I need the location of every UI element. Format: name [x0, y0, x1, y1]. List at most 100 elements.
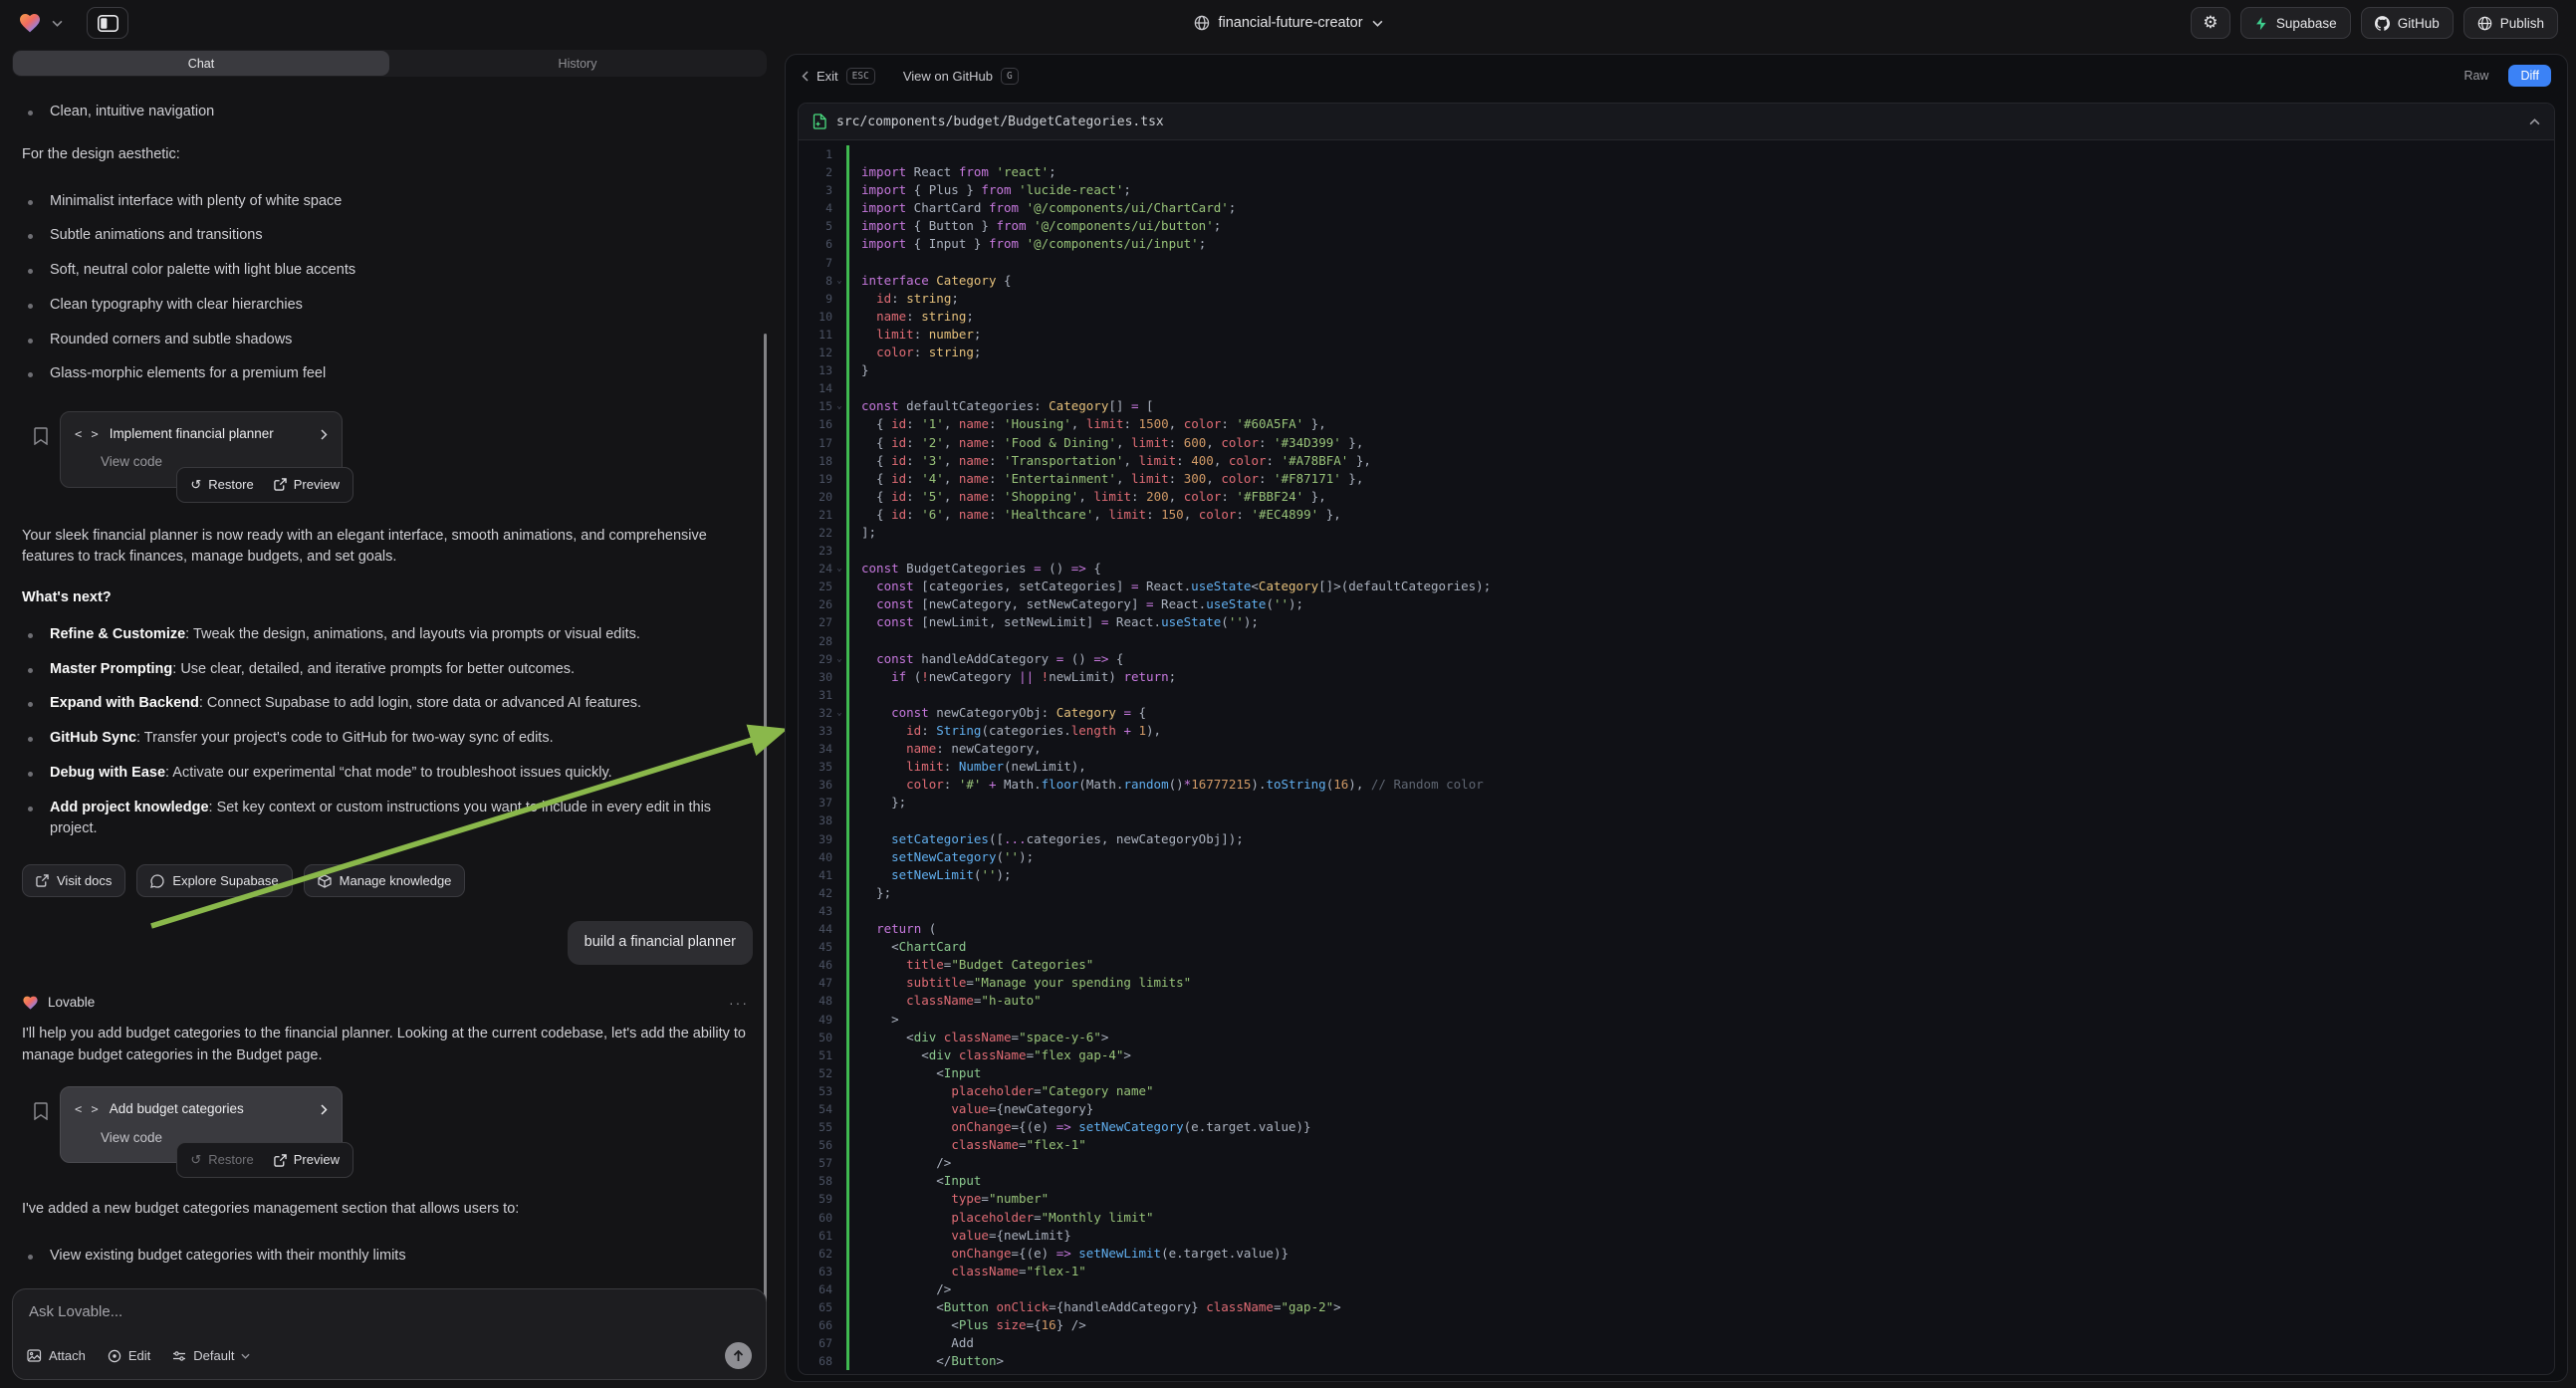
toggle-sidebar-button[interactable]	[87, 7, 128, 39]
supabase-button[interactable]: Supabase	[2240, 7, 2351, 39]
user-message: build a financial planner	[568, 921, 753, 965]
tab-history[interactable]: History	[389, 51, 766, 76]
code-line: 49 >	[799, 1011, 2554, 1029]
code-line: 67 Add	[799, 1334, 2554, 1352]
chat-scrollbar[interactable]	[764, 334, 767, 1334]
assistant-name: Lovable	[48, 993, 95, 1013]
image-icon	[27, 1349, 42, 1362]
restore-preview-pill: ↺ Restore Preview	[176, 1142, 353, 1178]
code-line: 24⌄const BudgetCategories = () => {	[799, 560, 2554, 578]
version-card-implement-financial-planner[interactable]: < > Implement financial planner View cod…	[60, 411, 343, 488]
whats-next-heading: What's next?	[22, 587, 753, 609]
preview-button[interactable]: Preview	[274, 475, 340, 495]
project-switcher[interactable]: financial-future-creator	[1193, 0, 1382, 46]
esc-key-badge: ESC	[846, 68, 875, 85]
code-line: 33 id: String(categories.length + 1),	[799, 722, 2554, 740]
code-line: 18 { id: '3', name: 'Transportation', li…	[799, 452, 2554, 470]
chevron-right-icon[interactable]	[321, 1104, 328, 1115]
code-line: 65 <Button onClick={handleAddCategory} c…	[799, 1298, 2554, 1316]
code-line: 3import { Plus } from 'lucide-react';	[799, 181, 2554, 199]
version-card-add-budget-categories[interactable]: < > Add budget categories View code ↺ Re…	[60, 1086, 343, 1163]
code-line: 13}	[799, 361, 2554, 379]
manage-knowledge-button[interactable]: Manage knowledge	[304, 864, 466, 897]
code-line: 29⌄ const handleAddCategory = () => {	[799, 650, 2554, 668]
code-line: 57 />	[799, 1154, 2554, 1172]
project-name: financial-future-creator	[1218, 15, 1362, 31]
code-line: 27 const [newLimit, setNewLimit] = React…	[799, 613, 2554, 631]
code-view[interactable]: 12import React from 'react';3import { Pl…	[799, 140, 2554, 1374]
attach-button[interactable]: Attach	[27, 1348, 86, 1363]
list-item: Glass-morphic elements for a premium fee…	[22, 363, 753, 385]
list-item: Soft, neutral color palette with light b…	[22, 260, 753, 282]
diff-toggle[interactable]: Diff	[2508, 65, 2551, 87]
code-editor-panel: Exit ESC View on GitHub G Raw Diff src/c…	[785, 54, 2568, 1382]
code-line: 28	[799, 632, 2554, 650]
github-button[interactable]: GitHub	[2361, 7, 2454, 39]
code-line: 47 subtitle="Manage your spending limits…	[799, 974, 2554, 992]
file-card: src/components/budget/BudgetCategories.t…	[798, 103, 2555, 1375]
code-line: 43	[799, 902, 2554, 920]
whats-next-list: Refine & Customize: Tweak the design, an…	[22, 611, 753, 840]
chat-input[interactable]: Ask Lovable...	[29, 1303, 750, 1320]
code-line: 12 color: string;	[799, 344, 2554, 361]
code-line: 38	[799, 811, 2554, 829]
list-item: GitHub Sync: Transfer your project's cod…	[22, 728, 753, 750]
collapse-file-button[interactable]	[2529, 118, 2540, 125]
code-line: 48 className="h-auto"	[799, 992, 2554, 1010]
code-line: 66 <Plus size={16} />	[799, 1316, 2554, 1334]
restore-button[interactable]: ↺ Restore	[190, 475, 253, 495]
code-line: 11 limit: number;	[799, 326, 2554, 344]
more-options-button[interactable]: ···	[729, 993, 749, 1014]
list-item: Master Prompting: Use clear, detailed, a…	[22, 659, 753, 681]
list-item: Refine & Customize: Tweak the design, an…	[22, 624, 753, 646]
code-line: 41 setNewLimit('');	[799, 866, 2554, 884]
list-item: Rounded corners and subtle shadows	[22, 330, 753, 351]
raw-toggle[interactable]: Raw	[2454, 65, 2498, 87]
code-line: 7	[799, 254, 2554, 272]
code-line: 42 };	[799, 884, 2554, 902]
explore-supabase-button[interactable]: Explore Supabase	[136, 864, 292, 897]
code-line: 68 </Button>	[799, 1352, 2554, 1370]
code-line: 1	[799, 145, 2554, 163]
bookmark-icon[interactable]	[34, 1102, 48, 1120]
chat-scrollback[interactable]: Clean, intuitive navigation For the desi…	[12, 83, 753, 1274]
code-line: 4import ChartCard from '@/components/ui/…	[799, 199, 2554, 217]
code-line: 59 type="number"	[799, 1190, 2554, 1208]
code-line: 58 <Input	[799, 1172, 2554, 1190]
code-line: 9 id: string;	[799, 290, 2554, 308]
assistant-header: Lovable ···	[22, 993, 753, 1014]
design-heading: For the design aesthetic:	[22, 144, 753, 166]
assistant-intro: I'll help you add budget categories to t…	[22, 1024, 753, 1067]
mode-select[interactable]: Default	[172, 1348, 250, 1363]
chevron-up-icon	[2529, 118, 2540, 125]
app-window: financial-future-creator ⚙ Supabase GitH…	[0, 0, 2576, 1388]
edit-mode-button[interactable]: Edit	[108, 1348, 150, 1363]
code-line: 14	[799, 379, 2554, 397]
chevron-right-icon[interactable]	[321, 429, 328, 440]
tab-chat[interactable]: Chat	[13, 51, 389, 76]
workspace-chevron-icon[interactable]	[52, 20, 63, 27]
code-line: 52 <Input	[799, 1064, 2554, 1082]
assistant-summary: Your sleek financial planner is now read…	[22, 526, 753, 570]
restore-icon: ↺	[190, 475, 201, 495]
view-on-github-button[interactable]: View on GitHub G	[903, 68, 1019, 85]
send-button[interactable]	[725, 1342, 752, 1369]
lovable-heart-logo[interactable]	[18, 12, 42, 34]
preview-button[interactable]: Preview	[274, 1150, 340, 1170]
code-line: 60 placeholder="Monthly limit"	[799, 1209, 2554, 1227]
bookmark-icon[interactable]	[34, 427, 48, 445]
publish-button[interactable]: Publish	[2463, 7, 2558, 39]
code-line: 2import React from 'react';	[799, 163, 2554, 181]
restore-button[interactable]: ↺ Restore	[190, 1150, 253, 1170]
supabase-label: Supabase	[2276, 16, 2337, 31]
code-line: 20 { id: '5', name: 'Shopping', limit: 2…	[799, 488, 2554, 506]
list-item: Add project knowledge: Set key context o…	[22, 798, 753, 841]
visit-docs-button[interactable]: Visit docs	[22, 864, 125, 897]
code-line: 17 { id: '2', name: 'Food & Dining', lim…	[799, 434, 2554, 452]
settings-button[interactable]: ⚙	[2191, 7, 2230, 39]
external-link-icon	[274, 1154, 287, 1167]
restore-icon: ↺	[190, 1150, 201, 1170]
exit-button[interactable]: Exit ESC	[802, 68, 875, 85]
quick-actions: Visit docs Explore Supabase Manage knowl…	[22, 864, 753, 897]
file-header[interactable]: src/components/budget/BudgetCategories.t…	[799, 104, 2554, 140]
